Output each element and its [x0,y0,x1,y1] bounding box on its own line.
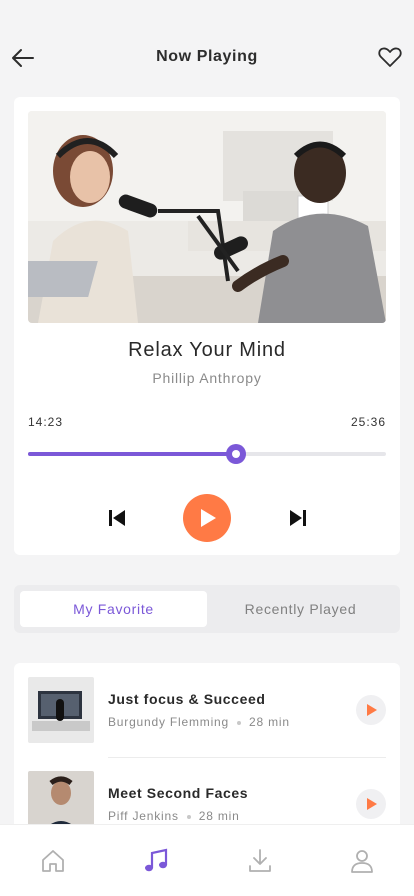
progress-bar[interactable] [28,444,386,464]
heart-outline-icon[interactable] [377,45,403,69]
track-meta: Piff Jenkins 28 min [108,809,240,823]
player-card: Relax Your Mind Phillip Anthropy 14:23 2… [14,97,400,555]
track-author: Piff Jenkins [108,809,179,823]
bottom-nav [0,824,414,896]
track-name: Meet Second Faces [108,785,249,801]
top-bar: Now Playing [0,40,414,76]
track-duration: 28 min [248,715,290,729]
play-icon [367,798,377,810]
play-track-button[interactable] [356,695,386,725]
track-title: Relax Your Mind [128,339,286,361]
total-time: 25:36 [350,415,386,429]
download-icon[interactable] [246,847,274,875]
track-author: Burgundy Flemming [108,715,229,729]
list-item[interactable]: Just focus & Succeed Burgundy Flemming 28… [28,677,386,743]
track-meta: Burgundy Flemming 28 min [108,715,290,729]
playlist-tabs: My Favorite Recently Played [14,585,400,633]
profile-icon[interactable] [348,847,376,875]
tab-recently-played[interactable]: Recently Played [207,591,394,627]
play-icon [201,509,216,527]
progress-knob[interactable] [225,444,246,464]
track-duration: 28 min [198,809,240,823]
skip-next-icon[interactable] [287,507,309,529]
separator-dot [236,720,241,725]
play-button[interactable] [183,494,231,542]
home-icon[interactable] [39,847,67,875]
play-track-button[interactable] [356,789,386,819]
album-cover-image [28,111,386,323]
track-thumbnail [28,677,94,743]
play-icon [367,704,377,716]
music-note-icon[interactable] [142,847,170,875]
divider [108,757,386,758]
progress-fill [28,452,236,456]
track-name: Just focus & Succeed [108,691,266,707]
skip-previous-icon[interactable] [106,507,128,529]
tab-my-favorite[interactable]: My Favorite [20,591,207,627]
track-artist: Phillip Anthropy [152,370,262,386]
separator-dot [186,814,191,819]
page-title: Now Playing [156,48,258,65]
current-time: 14:23 [28,415,64,429]
